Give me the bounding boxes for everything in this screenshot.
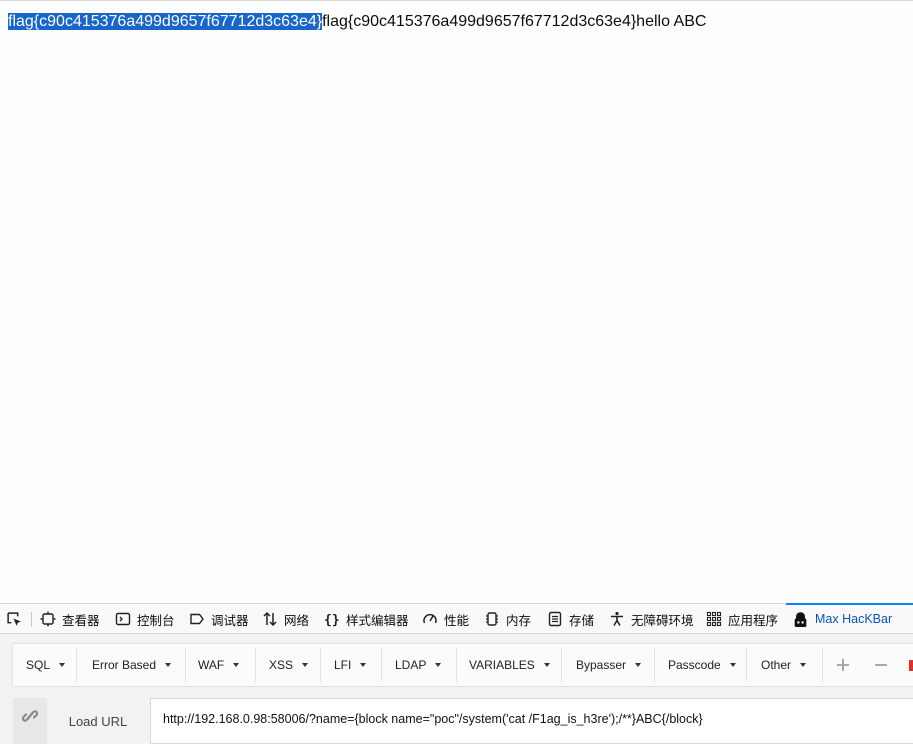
menu-divider	[381, 648, 382, 682]
chevron-down-icon	[435, 663, 442, 667]
tab-max-hackbar-label: Max HacKBar	[815, 612, 893, 626]
page-output-text: flag{c90c415376a499d9657f67712d3c63e4}fl…	[8, 12, 706, 32]
console-icon	[115, 612, 131, 626]
menu-variables-label: VARIABLES	[469, 658, 535, 672]
menu-xss[interactable]: XSS	[269, 644, 309, 686]
tabbar-separator	[31, 612, 32, 627]
performance-icon	[423, 613, 437, 624]
menu-divider	[456, 648, 457, 682]
chevron-down-icon	[59, 663, 66, 667]
tab-console-label: 控制台	[137, 613, 175, 628]
url-input[interactable]: http://192.168.0.98:58006/?name={block n…	[150, 698, 913, 744]
element-picker-button[interactable]	[6, 604, 29, 634]
hackbar-panel: SQL Error Based WAF XSS LFI LDAP VARIABL…	[0, 634, 913, 744]
network-icon	[263, 611, 277, 627]
menu-other[interactable]: Other	[761, 644, 807, 686]
tab-style-editor[interactable]: {} 样式编辑器	[324, 604, 409, 634]
tab-max-hackbar[interactable]: Max HacKBar	[792, 604, 892, 634]
menu-divider	[654, 648, 655, 682]
page-top-border	[0, 0, 913, 1]
menu-divider	[320, 648, 321, 682]
tab-application-label: 应用程序	[728, 613, 779, 628]
tab-application[interactable]: 应用程序	[706, 604, 778, 634]
tab-network-label: 网络	[284, 613, 310, 628]
storage-icon	[548, 611, 562, 627]
menu-lfi[interactable]: LFI	[334, 644, 367, 686]
menu-divider	[746, 648, 747, 682]
tab-debugger[interactable]: 调试器	[189, 604, 249, 634]
tab-style-editor-label: 样式编辑器	[346, 613, 409, 628]
menu-passcode-label: Passcode	[668, 658, 721, 672]
tab-memory-label: 内存	[506, 613, 532, 628]
load-url-button[interactable]: Load URL	[47, 698, 149, 744]
tab-inspector-label: 查看器	[62, 613, 100, 628]
minus-icon	[875, 664, 887, 666]
menu-divider	[561, 648, 562, 682]
chevron-down-icon	[233, 663, 240, 667]
active-tab-indicator	[786, 603, 913, 605]
devtools-tabbar: 查看器 控制台 调试器 网络 {} 样式编辑器 性能 内存 存储 无障碍环境 应…	[0, 603, 913, 634]
style-editor-icon: {}	[324, 613, 340, 627]
menu-passcode[interactable]: Passcode	[668, 644, 736, 686]
menu-divider	[185, 648, 186, 682]
menu-bypasser[interactable]: Bypasser	[576, 644, 642, 686]
tab-accessibility[interactable]: 无障碍环境	[609, 604, 694, 634]
pick-element-icon	[7, 611, 21, 626]
menu-divider	[255, 648, 256, 682]
tab-memory[interactable]: 内存	[484, 604, 531, 634]
page-content: flag{c90c415376a499d9657f67712d3c63e4}fl…	[0, 0, 913, 603]
tab-performance-label: 性能	[444, 613, 470, 628]
tab-inspector[interactable]: 查看器	[40, 604, 100, 634]
tab-storage-label: 存储	[569, 613, 595, 628]
debugger-icon	[190, 613, 204, 625]
menu-lfi-label: LFI	[334, 658, 352, 672]
svg-text:{}: {}	[324, 613, 340, 627]
link-sidebar	[13, 698, 47, 744]
tab-storage[interactable]: 存储	[547, 604, 594, 634]
link-icon[interactable]	[22, 708, 38, 724]
chevron-down-icon	[302, 663, 309, 667]
menu-error-based[interactable]: Error Based	[92, 644, 172, 686]
remove-button[interactable]	[874, 644, 888, 686]
chevron-down-icon	[360, 663, 367, 667]
menu-sql-label: SQL	[26, 658, 51, 672]
plus-icon	[837, 659, 849, 671]
inspector-icon	[40, 611, 56, 627]
menu-xss-label: XSS	[269, 658, 294, 672]
application-icon	[706, 611, 722, 627]
add-button[interactable]	[836, 644, 850, 686]
menu-bypasser-label: Bypasser	[576, 658, 627, 672]
tab-debugger-label: 调试器	[211, 613, 249, 628]
menu-divider	[822, 648, 823, 682]
tab-network[interactable]: 网络	[262, 604, 309, 634]
menu-waf[interactable]: WAF	[198, 644, 240, 686]
chevron-down-icon	[800, 663, 807, 667]
chevron-down-icon	[543, 663, 550, 667]
flag-output-text: flag{c90c415376a499d9657f67712d3c63e4}he…	[322, 13, 707, 30]
chevron-down-icon	[729, 663, 736, 667]
accessibility-icon	[611, 611, 623, 626]
menu-sql[interactable]: SQL	[26, 644, 66, 686]
menu-error-based-label: Error Based	[92, 658, 157, 672]
menu-ldap[interactable]: LDAP	[395, 644, 442, 686]
tab-performance[interactable]: 性能	[422, 604, 469, 634]
menu-variables[interactable]: VARIABLES	[469, 644, 550, 686]
hackbar-icon	[794, 611, 807, 627]
tab-accessibility-label: 无障碍环境	[631, 613, 694, 628]
chevron-down-icon	[165, 663, 172, 667]
selected-flag-text: flag{c90c415376a499d9657f67712d3c63e4}	[8, 13, 323, 30]
clear-button[interactable]	[909, 644, 913, 686]
hackbar-menubar: SQL Error Based WAF XSS LFI LDAP VARIABL…	[12, 643, 913, 687]
menu-waf-label: WAF	[198, 658, 225, 672]
memory-icon	[486, 612, 498, 626]
menu-ldap-label: LDAP	[395, 658, 427, 672]
menu-other-label: Other	[761, 658, 792, 672]
chevron-down-icon	[635, 663, 642, 667]
tab-console[interactable]: 控制台	[115, 604, 175, 634]
trash-icon	[909, 660, 913, 671]
menu-divider	[76, 648, 77, 682]
